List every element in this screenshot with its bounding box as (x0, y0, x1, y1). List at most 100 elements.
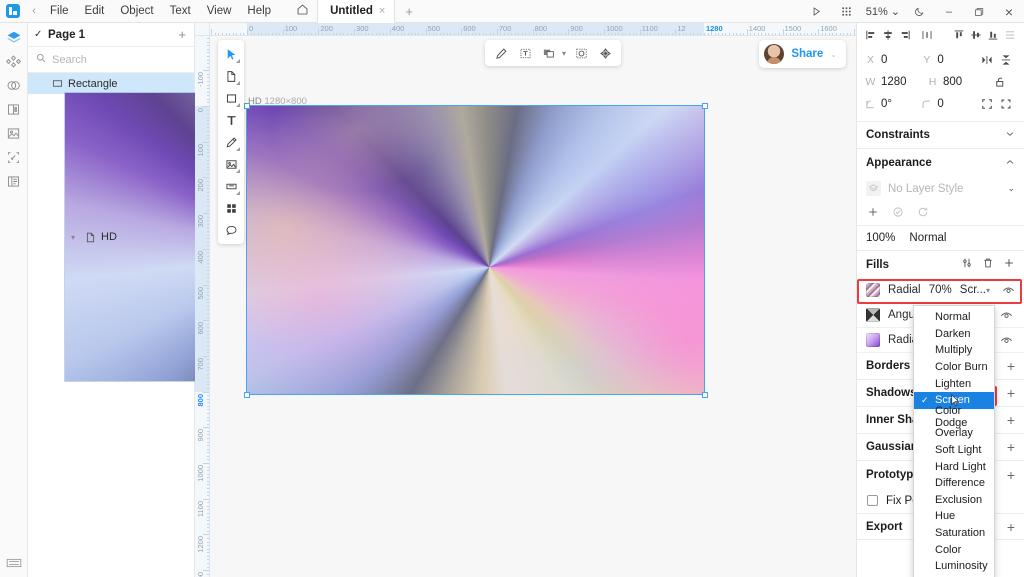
document-tab-untitled[interactable]: Untitled × (317, 0, 396, 23)
lock-aspect-ratio-icon[interactable] (989, 76, 1010, 88)
distribute-vertical-icon[interactable] (1002, 26, 1017, 44)
visible-icon[interactable] (998, 309, 1015, 322)
slice-tool-icon[interactable] (220, 175, 242, 197)
chevron-down-icon[interactable] (1005, 129, 1015, 141)
user-avatar[interactable] (764, 44, 785, 64)
canvas[interactable]: HD 1280×800 ▾ Share ⌄ (210, 36, 856, 577)
menu-file[interactable]: File (42, 2, 77, 20)
chevron-down-icon[interactable]: ⌄ (830, 50, 837, 59)
disclosure-triangle-icon[interactable]: ▾ (71, 233, 80, 242)
moon-icon[interactable] (904, 0, 934, 23)
visible-icon[interactable] (998, 334, 1015, 347)
new-tab-button[interactable]: + (395, 4, 423, 19)
blend-mode-menu[interactable]: NormalDarkenMultiplyColor BurnLighten✓Sc… (913, 305, 995, 577)
fill-blend-dropdown[interactable]: Scr... ▾ (960, 284, 994, 296)
blend-mode-item-overlay[interactable]: Overlay (914, 425, 994, 442)
fill-settings-icon[interactable] (961, 257, 973, 272)
section-constraints[interactable]: Constraints (857, 122, 1024, 149)
align-bottom-icon[interactable] (986, 26, 1001, 44)
blend-mode-item-color-burn[interactable]: Color Burn (914, 359, 994, 376)
add-fill-icon[interactable] (1003, 257, 1015, 272)
w-field[interactable]: W 1280 (865, 76, 927, 88)
components-tool-icon[interactable] (220, 197, 242, 219)
blend-mode-item-darken[interactable]: Darken (914, 326, 994, 343)
symbols-icon[interactable] (2, 98, 26, 121)
text-tool-icon[interactable] (220, 109, 242, 131)
add-gaussian-blur-button[interactable]: + (1007, 439, 1015, 455)
minimize-button[interactable]: – (934, 0, 964, 23)
blend-mode-item-soft-light[interactable]: Soft Light (914, 442, 994, 459)
add-page-button[interactable]: + (176, 27, 188, 42)
app-logo-icon[interactable] (6, 4, 20, 18)
fill-swatch[interactable] (866, 333, 880, 347)
blend-mode-item-multiply[interactable]: Multiply (914, 342, 994, 359)
visible-icon[interactable] (1002, 284, 1015, 297)
fill-swatch[interactable] (866, 283, 880, 297)
text-on-path-icon[interactable] (514, 42, 536, 64)
prototype-icon[interactable] (2, 146, 26, 169)
flatten-icon[interactable] (594, 42, 616, 64)
opacity-blend-row[interactable]: 100% Normal (857, 225, 1024, 251)
h-field[interactable]: H 800 (927, 76, 989, 88)
menu-object[interactable]: Object (112, 2, 161, 20)
fill-opacity[interactable]: 70% (929, 284, 952, 296)
fit-icon[interactable] (997, 98, 1016, 110)
pointer-tool-icon[interactable] (220, 43, 242, 65)
preview-icon[interactable] (802, 0, 832, 23)
blend-mode-item-color-dodge[interactable]: Color Dodge (914, 405, 994, 429)
fill-row-0[interactable]: Radial 70% Scr... ▾ (857, 278, 1024, 303)
comment-tool-icon[interactable] (220, 219, 242, 241)
mask-icon[interactable] (570, 42, 592, 64)
align-top-icon[interactable] (952, 26, 967, 44)
zoom-level-dropdown[interactable]: 51% ⌄ (862, 5, 904, 19)
distribute-horizontal-icon[interactable] (919, 26, 934, 44)
blend-mode-item-difference[interactable]: Difference (914, 475, 994, 492)
edit-path-icon[interactable] (490, 42, 512, 64)
layer-style-row[interactable]: No Layer Style ⌄ (857, 176, 1024, 201)
styles-icon[interactable] (2, 74, 26, 97)
add-inner-shadow-button[interactable]: + (1007, 412, 1015, 428)
chevron-down-icon[interactable]: ▾ (562, 49, 568, 58)
menu-view[interactable]: View (199, 2, 240, 20)
blend-mode-item-hard-light[interactable]: Hard Light (914, 458, 994, 475)
apply-style-icon[interactable] (892, 206, 904, 221)
assets-icon[interactable] (2, 122, 26, 145)
vertical-ruler[interactable]: -100 0 100 200 300 400 500 600 700 800 900 1000 1100… (195, 36, 210, 577)
menu-text[interactable]: Text (162, 2, 199, 20)
corner-radius-field[interactable]: 0 (921, 98, 977, 110)
data-icon[interactable] (2, 170, 26, 193)
section-appearance[interactable]: Appearance (857, 149, 1024, 176)
align-middle-vertical-icon[interactable] (969, 26, 984, 44)
close-tab-icon[interactable]: × (379, 5, 385, 17)
blend-mode-item-saturation[interactable]: Saturation (914, 525, 994, 542)
close-button[interactable]: × (994, 0, 1024, 23)
home-icon[interactable] (291, 3, 313, 19)
rotation-field[interactable]: 0° (865, 98, 921, 110)
pen-tool-icon[interactable] (220, 131, 242, 153)
align-center-horizontal-icon[interactable] (881, 26, 896, 44)
search-input[interactable] (52, 53, 194, 66)
reset-style-icon[interactable] (917, 206, 929, 221)
blend-mode-item-lighten[interactable]: Lighten (914, 375, 994, 392)
back-chevron-icon[interactable]: ‹ (26, 5, 42, 17)
blend-mode-item-normal[interactable]: Normal (914, 309, 994, 326)
image-tool-icon[interactable] (220, 153, 242, 175)
artboard-tool-icon[interactable] (220, 65, 242, 87)
scale-icon[interactable] (978, 98, 997, 110)
flip-horizontal-icon[interactable] (978, 54, 997, 66)
blend-mode-item-luminosity[interactable]: Luminosity (914, 558, 994, 575)
page-row[interactable]: ✓ Page 1 + (28, 23, 194, 47)
artboard-preset-icon[interactable] (0, 557, 28, 569)
rectangle-tool-icon[interactable] (220, 87, 242, 109)
grid-icon[interactable] (832, 0, 862, 23)
fix-position-checkbox[interactable] (867, 495, 878, 506)
add-export-button[interactable]: + (1007, 519, 1015, 535)
boolean-union-icon[interactable] (538, 42, 560, 64)
align-right-icon[interactable] (898, 26, 913, 44)
delete-fill-icon[interactable] (982, 257, 994, 272)
layers-icon[interactable] (2, 26, 26, 49)
add-shadow-button[interactable]: + (1007, 385, 1015, 401)
blend-mode-item-hue[interactable]: Hue (914, 508, 994, 525)
add-border-button[interactable]: + (1007, 358, 1015, 374)
add-prototyping-button[interactable]: + (1007, 467, 1015, 483)
